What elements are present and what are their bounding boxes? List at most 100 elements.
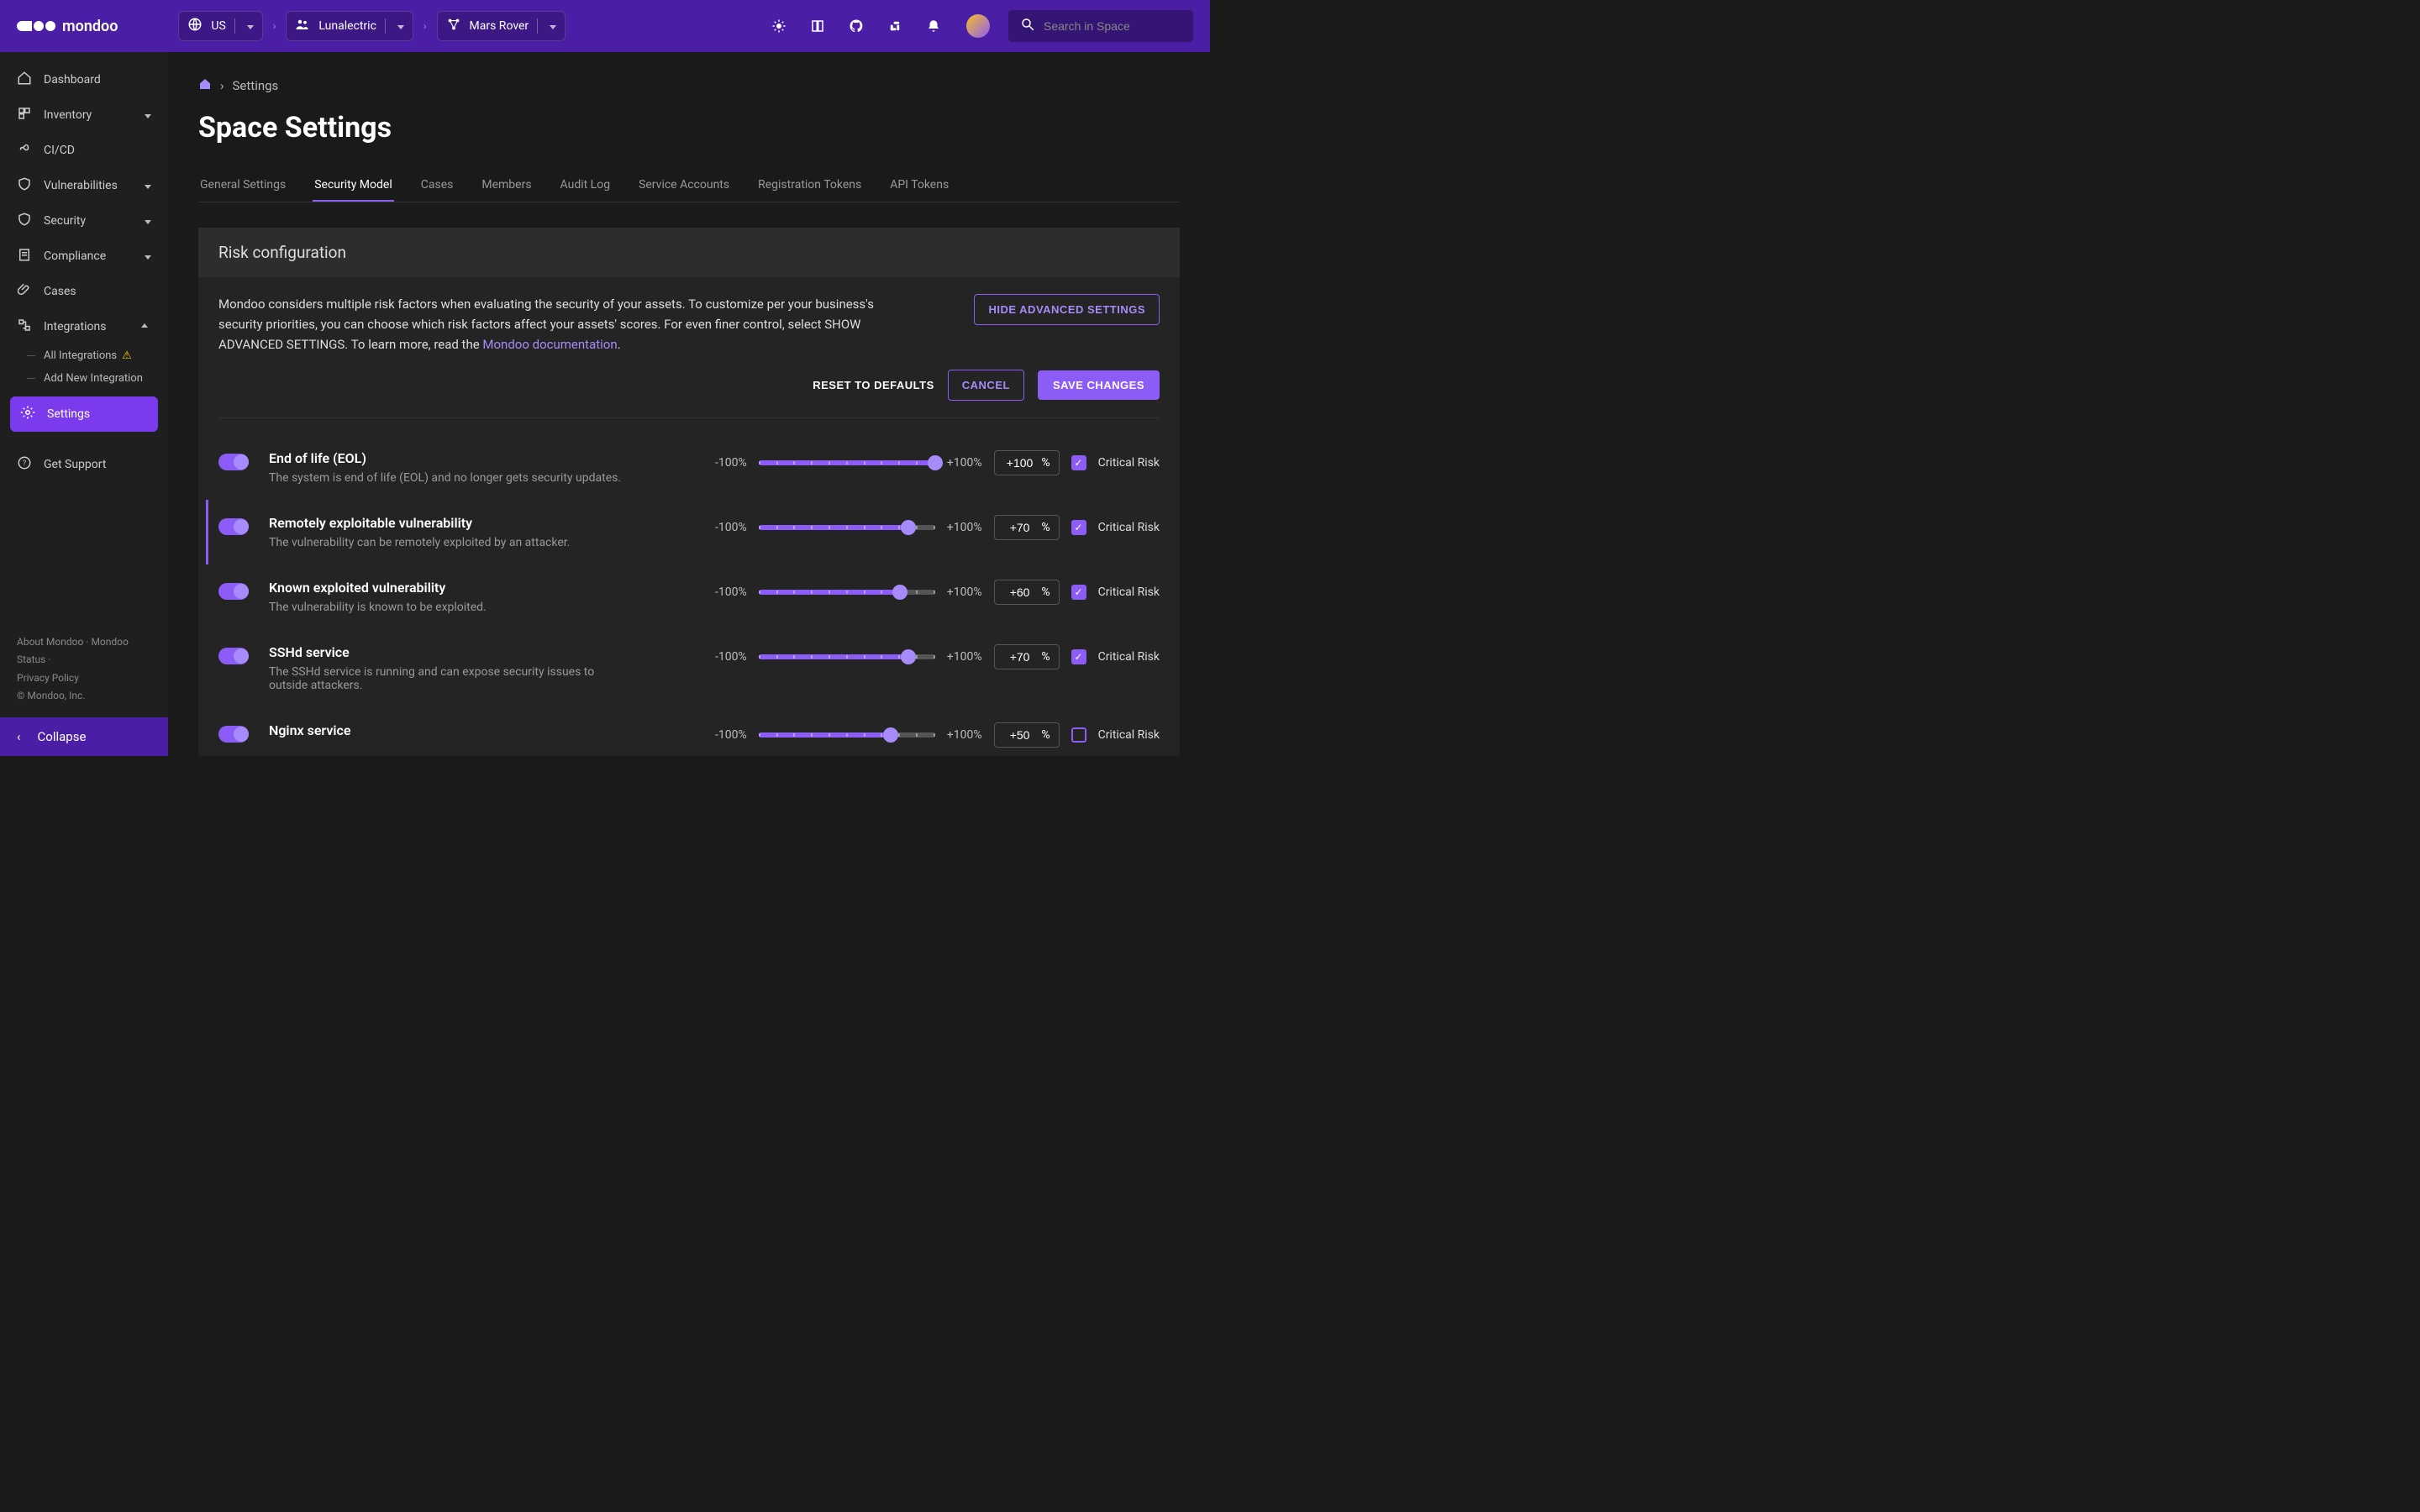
sidebar-item-cicd[interactable]: CI/CD xyxy=(0,133,168,168)
footer-about-link[interactable]: About Mondoo xyxy=(17,636,83,648)
tab-cases[interactable]: Cases xyxy=(419,170,455,202)
risk-toggle[interactable] xyxy=(218,726,249,743)
tab-registration-tokens[interactable]: Registration Tokens xyxy=(756,170,863,202)
globe-icon xyxy=(187,17,203,35)
critical-risk-checkbox[interactable] xyxy=(1071,585,1086,600)
risk-row: Remotely exploitable vulnerability The vu… xyxy=(206,500,1160,564)
sidebar-sub-add-integration[interactable]: Add New Integration xyxy=(0,367,168,390)
sidebar-item-inventory[interactable]: Inventory xyxy=(0,97,168,133)
critical-risk-checkbox[interactable] xyxy=(1071,649,1086,664)
region-selector[interactable]: US xyxy=(178,11,262,41)
tab-api-tokens[interactable]: API Tokens xyxy=(888,170,950,202)
chevron-down-icon xyxy=(145,110,151,121)
risk-value-input[interactable]: % xyxy=(994,450,1060,475)
slack-icon[interactable] xyxy=(886,17,904,35)
risk-toggle[interactable] xyxy=(218,454,249,470)
people-icon xyxy=(295,17,310,35)
critical-risk-checkbox[interactable] xyxy=(1071,455,1086,470)
tabs: General Settings Security Model Cases Membe… xyxy=(198,170,1180,202)
space-selector[interactable]: Mars Rover xyxy=(437,11,566,41)
search-icon xyxy=(1020,17,1035,35)
risk-toggle[interactable] xyxy=(218,648,249,664)
clipboard-icon xyxy=(17,247,32,265)
risk-slider[interactable] xyxy=(759,525,935,530)
save-changes-button[interactable]: SAVE CHANGES xyxy=(1038,370,1160,400)
brand-text: mondoo xyxy=(62,18,118,35)
chevron-down-icon xyxy=(397,21,404,32)
hide-advanced-button[interactable]: HIDE ADVANCED SETTINGS xyxy=(974,294,1160,325)
risk-slider[interactable] xyxy=(759,732,935,738)
sidebar-footer: About Mondoo · Mondoo Status · Privacy P… xyxy=(0,622,168,717)
docs-link[interactable]: Mondoo documentation xyxy=(482,337,617,352)
risk-slider[interactable] xyxy=(759,460,935,465)
risk-slider[interactable] xyxy=(759,654,935,659)
sidebar-item-support[interactable]: ? Get Support xyxy=(0,447,168,482)
region-label: US xyxy=(211,19,225,33)
risk-slider[interactable] xyxy=(759,590,935,595)
brand-icon xyxy=(17,21,55,31)
risk-description: The SSHd service is running and can expo… xyxy=(269,665,622,692)
theme-toggle-icon[interactable] xyxy=(770,17,788,35)
github-icon[interactable] xyxy=(847,17,865,35)
critical-risk-checkbox[interactable] xyxy=(1071,727,1086,743)
avatar[interactable] xyxy=(966,14,990,38)
risk-toggle[interactable] xyxy=(218,518,249,535)
inventory-icon xyxy=(17,106,32,124)
risk-row: End of life (EOL)The system is end of li… xyxy=(218,435,1160,500)
docs-icon[interactable] xyxy=(808,17,827,35)
risk-value-input[interactable]: % xyxy=(994,722,1060,748)
collapse-sidebar-button[interactable]: ‹ Collapse xyxy=(0,717,168,756)
card-title: Risk configuration xyxy=(198,228,1180,277)
risk-description: The vulnerability can be remotely exploi… xyxy=(269,536,622,549)
sidebar-sub-all-integrations[interactable]: All Integrations ⚠ xyxy=(0,344,168,367)
critical-risk-label: Critical Risk xyxy=(1098,728,1160,742)
sidebar-item-security[interactable]: Security xyxy=(0,203,168,239)
search-box[interactable] xyxy=(1008,10,1193,42)
footer-copyright: © Mondoo, Inc. xyxy=(17,690,85,701)
risk-description: The vulnerability is known to be exploit… xyxy=(269,601,622,614)
chevron-down-icon xyxy=(145,181,151,192)
home-icon[interactable] xyxy=(198,77,212,94)
brand-logo[interactable]: mondoo xyxy=(17,18,118,35)
sidebar-item-vulnerabilities[interactable]: Vulnerabilities xyxy=(0,168,168,203)
footer-privacy-link[interactable]: Privacy Policy xyxy=(17,672,79,684)
search-input[interactable] xyxy=(1044,19,1181,33)
chevron-down-icon xyxy=(145,251,151,262)
action-row: RESET TO DEFAULTS CANCEL SAVE CHANGES xyxy=(218,370,1160,401)
risk-value-input[interactable]: % xyxy=(994,580,1060,605)
sidebar-item-compliance[interactable]: Compliance xyxy=(0,239,168,274)
sidebar-item-integrations[interactable]: Integrations xyxy=(0,309,168,344)
sidebar-item-dashboard[interactable]: Dashboard xyxy=(0,62,168,97)
risk-value-input[interactable]: % xyxy=(994,644,1060,669)
slider-max-label: +100% xyxy=(947,521,982,534)
tab-audit-log[interactable]: Audit Log xyxy=(559,170,613,202)
reset-defaults-button[interactable]: RESET TO DEFAULTS xyxy=(813,379,934,391)
slider-max-label: +100% xyxy=(947,650,982,664)
risk-title: SSHd service xyxy=(269,644,622,660)
critical-risk-checkbox[interactable] xyxy=(1071,520,1086,535)
slider-min-label: -100% xyxy=(715,728,747,742)
bell-icon[interactable] xyxy=(924,17,943,35)
critical-risk-label: Critical Risk xyxy=(1098,650,1160,664)
breadcrumb-separator: › xyxy=(273,20,276,32)
critical-risk-label: Critical Risk xyxy=(1098,585,1160,599)
tab-members[interactable]: Members xyxy=(480,170,533,202)
risk-title: Remotely exploitable vulnerability xyxy=(269,515,622,531)
risk-row: Known exploited vulnerabilityThe vulnera… xyxy=(218,564,1160,629)
risk-toggle[interactable] xyxy=(218,583,249,600)
org-label: Lunalectric xyxy=(318,19,376,33)
tab-service-accounts[interactable]: Service Accounts xyxy=(637,170,731,202)
tab-general-settings[interactable]: General Settings xyxy=(198,170,287,202)
sidebar-item-settings[interactable]: Settings xyxy=(10,396,158,432)
svg-text:?: ? xyxy=(23,459,26,468)
plug-icon xyxy=(17,318,32,336)
nodes-icon xyxy=(446,17,461,35)
page-title: Space Settings xyxy=(198,111,1180,144)
tab-security-model[interactable]: Security Model xyxy=(313,170,394,202)
cancel-button[interactable]: CANCEL xyxy=(948,370,1024,401)
risk-value-input[interactable]: % xyxy=(994,515,1060,540)
sidebar-item-cases[interactable]: Cases xyxy=(0,274,168,309)
risk-title: End of life (EOL) xyxy=(269,450,622,466)
org-selector[interactable]: Lunalectric xyxy=(286,11,413,41)
slider-max-label: +100% xyxy=(947,585,982,599)
